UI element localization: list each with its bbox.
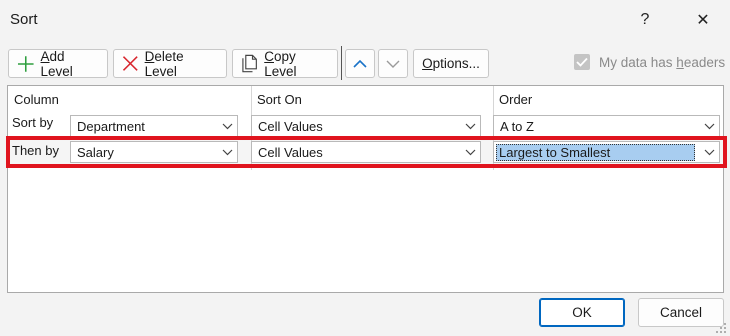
delete-level-button[interactable]: Delete Level [113, 48, 227, 79]
sort-levels-grid: Column Sort On Order Sort by Department … [7, 85, 724, 293]
add-level-label: Add Level [40, 48, 73, 79]
chevron-down-icon [460, 142, 480, 162]
dialog-title: Sort [10, 11, 38, 28]
cancel-button[interactable]: Cancel [638, 298, 724, 327]
close-button[interactable]: ✕ [680, 4, 726, 36]
dropdown-value: A to Z [500, 118, 534, 134]
column-header-sort-on: Sort On [257, 92, 302, 107]
then-by-order-dropdown[interactable]: Largest to Smallest [493, 141, 720, 163]
then-by-sort-on-dropdown[interactable]: Cell Values [251, 141, 481, 163]
toolbar-separator [341, 46, 342, 80]
dropdown-value: Department [77, 118, 145, 134]
checkmark-icon [576, 57, 588, 67]
chevron-down-icon [217, 142, 237, 162]
copy-level-label: Copy Level [264, 48, 297, 79]
then-by-label: Then by [12, 143, 59, 158]
column-header-column: Column [14, 92, 59, 107]
close-icon: ✕ [696, 12, 710, 29]
chevron-down-icon [699, 142, 719, 162]
title-bar: Sort ? ✕ [0, 0, 730, 40]
dropdown-value: Cell Values [258, 144, 323, 160]
add-level-button[interactable]: Add Level [8, 48, 108, 79]
help-icon: ? [640, 11, 650, 28]
sort-by-order-dropdown[interactable]: A to Z [493, 115, 720, 137]
chevron-up-icon [353, 59, 367, 68]
chevron-down-icon [699, 116, 719, 136]
resize-grip-icon[interactable] [715, 322, 727, 334]
dropdown-value: Largest to Smallest [496, 143, 695, 161]
delete-x-icon [122, 56, 138, 71]
then-by-column-dropdown[interactable]: Salary [70, 141, 238, 163]
move-up-button[interactable] [345, 49, 375, 78]
move-down-button[interactable] [378, 49, 408, 78]
copy-icon [242, 54, 257, 72]
sort-by-sort-on-dropdown[interactable]: Cell Values [251, 115, 481, 137]
dropdown-value: Cell Values [258, 118, 323, 134]
copy-level-button[interactable]: Copy Level [232, 48, 338, 79]
headers-label: My data has headers [599, 54, 726, 70]
my-data-has-headers-checkbox[interactable]: My data has headers [574, 54, 725, 70]
checkbox-box[interactable] [574, 54, 590, 70]
plus-icon [17, 55, 34, 72]
ok-button[interactable]: OK [539, 298, 625, 327]
chevron-down-icon [460, 116, 480, 136]
sort-by-column-dropdown[interactable]: Department [70, 115, 238, 137]
chevron-down-icon [217, 116, 237, 136]
help-button[interactable]: ? [622, 4, 668, 36]
dropdown-value: Salary [77, 144, 114, 160]
chevron-down-icon [386, 60, 400, 68]
options-button[interactable]: Options... [413, 49, 489, 78]
sort-by-label: Sort by [12, 115, 54, 130]
column-header-order: Order [499, 92, 533, 107]
delete-level-label: Delete Level [144, 48, 184, 79]
options-label: Options... [422, 56, 480, 71]
